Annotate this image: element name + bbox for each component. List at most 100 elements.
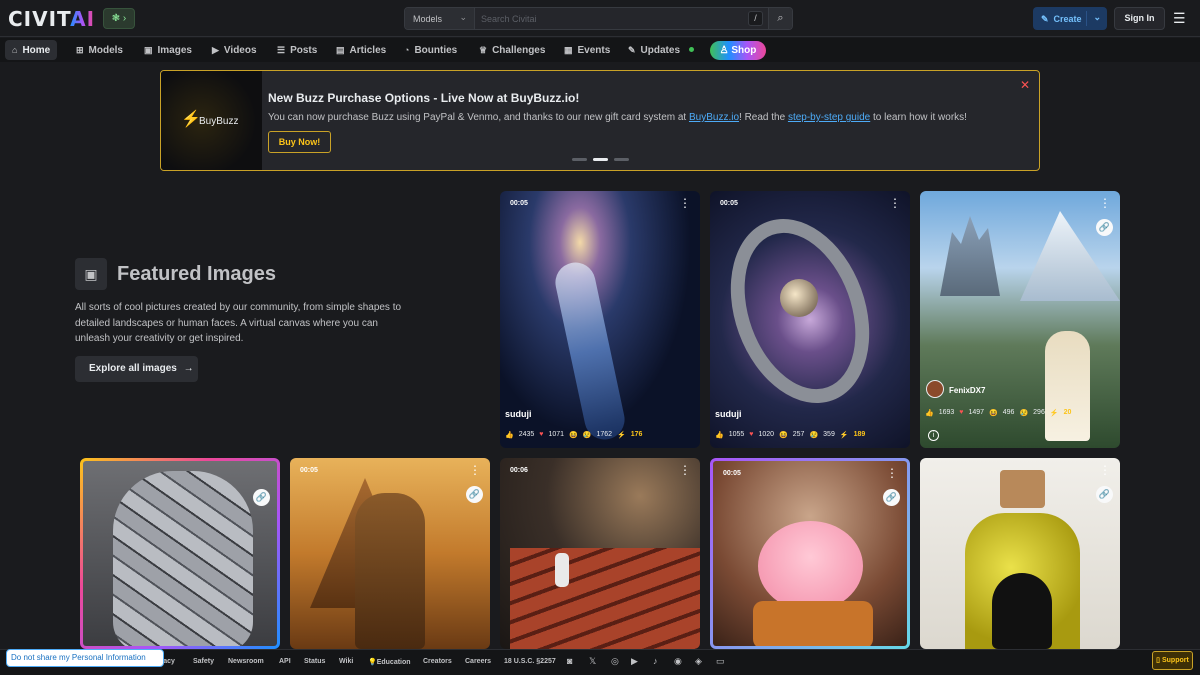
laugh-icon[interactable]: 😆: [989, 409, 998, 417]
link-icon[interactable]: 🔗: [466, 486, 483, 503]
footer-link-creators[interactable]: Creators: [423, 658, 452, 665]
footer-link-safety[interactable]: Safety: [193, 658, 214, 665]
heart-icon[interactable]: ♥: [959, 409, 963, 416]
link-icon[interactable]: 🔗: [1096, 486, 1113, 503]
chat-icon[interactable]: ▭: [716, 656, 725, 667]
close-icon[interactable]: ✕: [1020, 78, 1030, 92]
cry-icon[interactable]: 😢: [583, 431, 592, 439]
reaction-stats: 👍 1693 ♥ 1497 😆 496 😢 296 ⚡ 20: [925, 405, 1071, 420]
nav-bounties[interactable]: ◔ Bounties: [397, 40, 464, 60]
image-card[interactable]: 00:05 ⋮ suduji 👍 2435 ♥ 1071 😆 😢 1762 ⚡ 176: [500, 191, 700, 448]
carousel-dot[interactable]: [572, 158, 587, 161]
guide-link[interactable]: step-by-step guide: [788, 112, 870, 123]
lightning-icon[interactable]: ⚡: [840, 431, 849, 439]
footer-link-api[interactable]: API: [279, 658, 291, 665]
posts-icon: ☰: [277, 45, 286, 55]
discord-icon[interactable]: ◙: [567, 656, 572, 666]
more-options-icon[interactable]: ⋮: [1099, 464, 1111, 476]
footer-link-careers[interactable]: Careers: [465, 658, 491, 665]
buybuzz-link[interactable]: BuyBuzz.io: [689, 112, 739, 123]
support-icon: ▯: [1156, 657, 1161, 664]
link-icon[interactable]: 🔗: [883, 489, 900, 506]
image-card[interactable]: 00:05 ⋮ suduji 👍 1055 ♥ 1020 😆 257 😢 359 ⚡ 18…: [710, 191, 910, 448]
chevron-down-icon[interactable]: ⌄: [1093, 12, 1101, 23]
nav-home[interactable]: ⌂ Home: [5, 40, 58, 60]
avatar[interactable]: [926, 380, 944, 398]
carousel-dot[interactable]: [614, 158, 629, 161]
lightning-icon[interactable]: ⚡: [617, 431, 626, 439]
more-options-icon[interactable]: ⋮: [889, 197, 901, 209]
heart-icon[interactable]: ♥: [749, 431, 753, 438]
cry-icon[interactable]: 😢: [1019, 409, 1028, 417]
shop-button[interactable]: ♙ Shop: [710, 41, 766, 60]
do-not-share-link[interactable]: Do not share my Personal Information: [6, 649, 164, 667]
cry-icon[interactable]: 😢: [809, 431, 818, 439]
explore-all-images-button[interactable]: Explore all images →: [75, 356, 198, 382]
heart-count: 1020: [758, 431, 775, 438]
image-card[interactable]: 🔗: [80, 458, 280, 649]
nav-updates[interactable]: ✎ Updates: [621, 40, 687, 60]
chevron-down-icon: ⌄: [459, 12, 467, 22]
x-twitter-icon[interactable]: 𝕏: [589, 656, 596, 667]
footer-link-newsroom[interactable]: Newsroom: [228, 658, 264, 665]
image-card[interactable]: 00:05 ⋮ 🔗: [290, 458, 490, 649]
trophy-icon: ♕: [479, 45, 488, 55]
footer-link-education[interactable]: 💡Education: [368, 658, 411, 666]
footer-link-2257[interactable]: 18 U.S.C. §2257: [504, 658, 556, 665]
more-options-icon[interactable]: ⋮: [469, 464, 481, 476]
cork-art: [1000, 470, 1045, 508]
more-options-icon[interactable]: ⋮: [679, 464, 691, 476]
cry-count: 1762: [596, 431, 613, 438]
more-options-icon[interactable]: ⋮: [886, 467, 898, 479]
card-username[interactable]: suduji: [715, 409, 742, 419]
footer-link-wiki[interactable]: Wiki: [339, 658, 353, 665]
nav-articles[interactable]: ▤ Articles: [329, 40, 393, 60]
search-button[interactable]: ⌕: [768, 8, 792, 29]
sign-in-button[interactable]: Sign In: [1114, 7, 1165, 30]
buy-now-button[interactable]: Buy Now!: [268, 131, 331, 153]
search-input[interactable]: [475, 8, 748, 29]
nav-models[interactable]: ⊞ Models: [69, 40, 130, 60]
link-icon[interactable]: 🔗: [253, 489, 270, 506]
footer-link-status[interactable]: Status: [304, 658, 325, 665]
laugh-count: 257: [792, 431, 805, 438]
info-icon[interactable]: i: [928, 430, 939, 441]
reddit-icon[interactable]: ◉: [674, 656, 682, 667]
castle-art: [940, 216, 1000, 296]
nav-posts[interactable]: ☰ Posts: [270, 40, 324, 60]
scarf-art: [753, 601, 873, 646]
nav-images[interactable]: ▣ Images: [137, 40, 199, 60]
image-card[interactable]: 00:06 ⋮: [500, 458, 700, 649]
laugh-icon[interactable]: 😆: [569, 431, 578, 439]
github-icon[interactable]: ◈: [695, 656, 702, 667]
youtube-icon[interactable]: ▶: [631, 656, 638, 667]
nav-videos[interactable]: ▶ Videos: [205, 40, 264, 60]
card-username[interactable]: suduji: [505, 409, 532, 419]
thumbs-up-icon[interactable]: 👍: [715, 431, 724, 439]
search-type-select[interactable]: Models ⌄: [405, 8, 475, 29]
menu-icon[interactable]: ☰: [1173, 11, 1187, 25]
instagram-icon[interactable]: ◎: [611, 656, 619, 667]
tiktok-icon[interactable]: ♪: [653, 656, 658, 666]
nav-events[interactable]: ▦ Events: [557, 40, 617, 60]
card-username[interactable]: FenixDX7: [949, 386, 985, 395]
black-cat-art: [992, 573, 1052, 649]
image-card[interactable]: ⋮ 🔗: [920, 458, 1120, 649]
more-options-icon[interactable]: ⋮: [1099, 197, 1111, 209]
laugh-icon[interactable]: 😆: [779, 431, 788, 439]
green-badge-button[interactable]: ❃ ›: [103, 8, 135, 29]
thumbs-up-icon[interactable]: 👍: [925, 409, 934, 417]
link-icon[interactable]: 🔗: [1096, 219, 1113, 236]
nav-challenges[interactable]: ♕ Challenges: [472, 40, 552, 60]
image-card[interactable]: ⋮ 🔗 FenixDX7 👍 1693 ♥ 1497 😆 496 😢 296 ⚡ 20 i: [920, 191, 1120, 448]
support-button[interactable]: ▯ Support: [1152, 651, 1193, 670]
image-card[interactable]: 00:05 ⋮ 🔗: [710, 458, 910, 649]
nav-label: Bounties: [414, 45, 458, 56]
lightning-icon[interactable]: ⚡: [1050, 409, 1059, 417]
civitai-logo[interactable]: CIVITAI: [8, 7, 95, 31]
create-button[interactable]: ✎ Create ⌄: [1033, 7, 1107, 30]
more-options-icon[interactable]: ⋮: [679, 197, 691, 209]
thumbs-up-icon[interactable]: 👍: [505, 431, 514, 439]
carousel-dot-active[interactable]: [593, 158, 608, 161]
heart-icon[interactable]: ♥: [539, 431, 543, 438]
